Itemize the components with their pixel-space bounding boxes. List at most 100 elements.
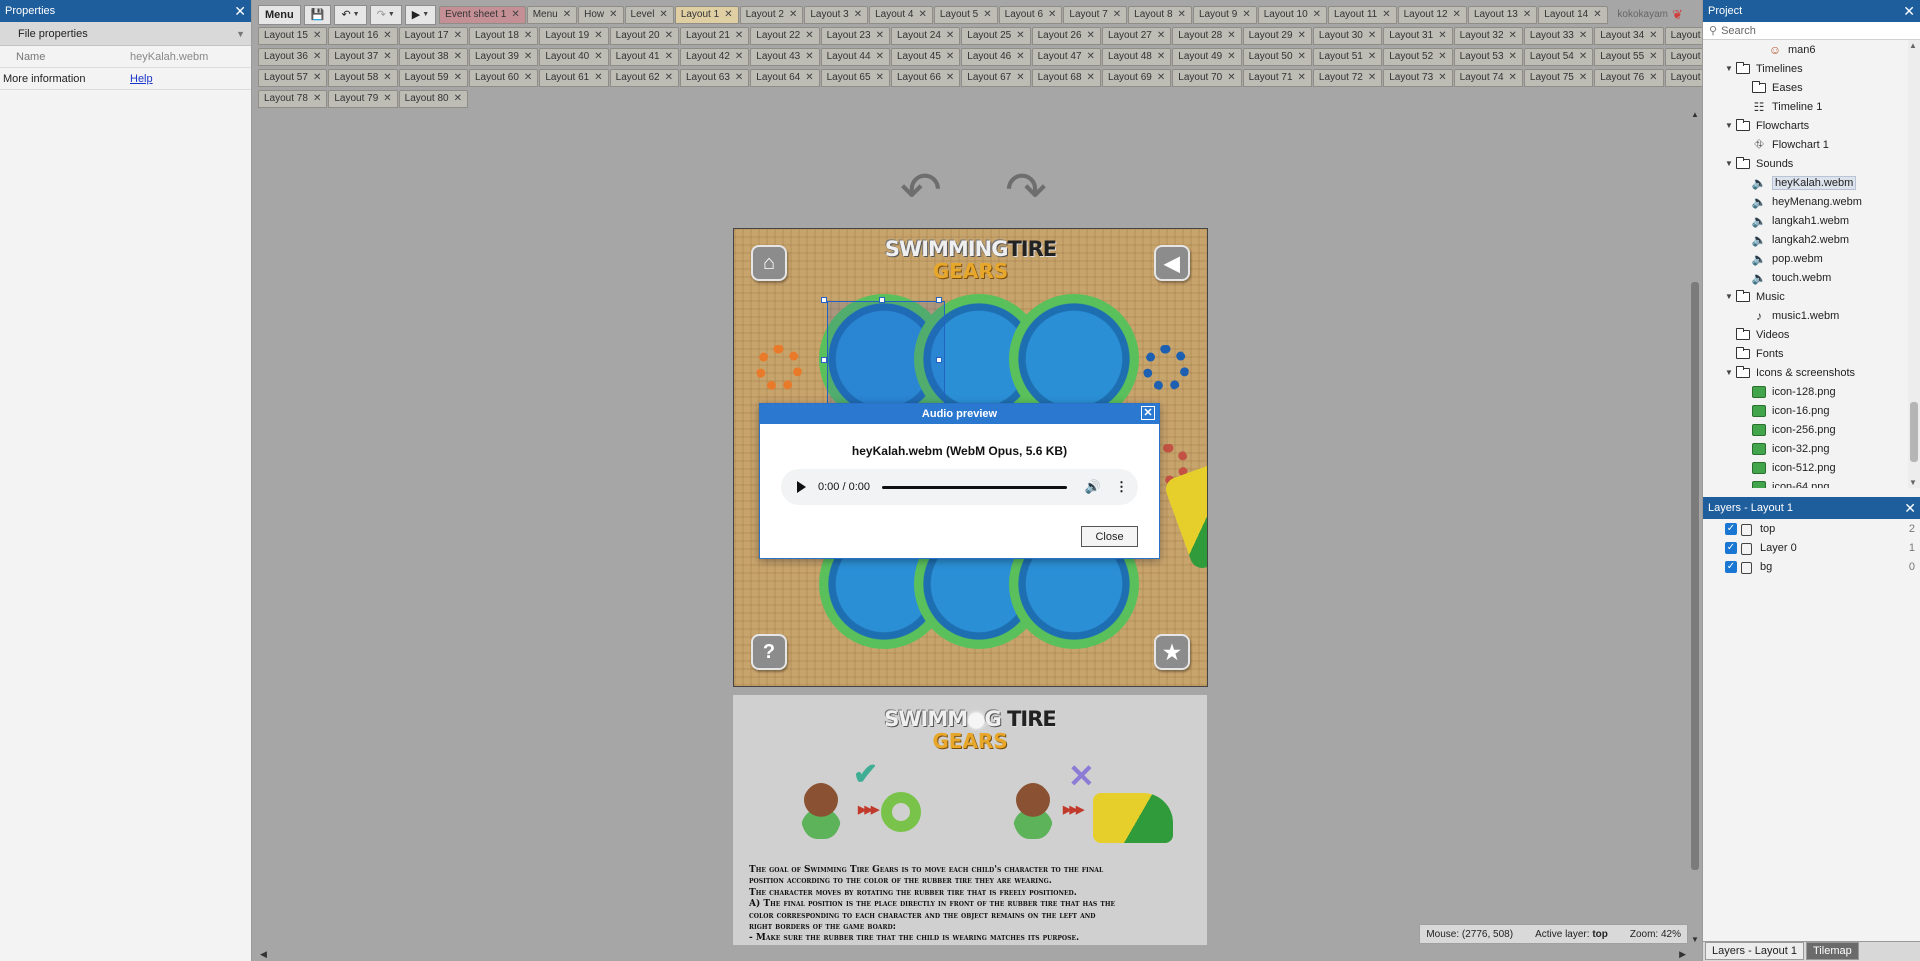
tree-item[interactable]: icon-16.png <box>1703 401 1909 420</box>
close-tab-icon[interactable]: ✕ <box>594 72 602 83</box>
tree-item[interactable]: icon-64.png <box>1703 477 1909 488</box>
close-tab-icon[interactable]: ✕ <box>665 72 673 83</box>
tab-layout-45[interactable]: Layout 45 ✕ <box>890 47 961 66</box>
tree-item[interactable]: ☺ man6 <box>1703 40 1909 59</box>
project-tree-scrollbar[interactable]: ▲ ▼ <box>1908 40 1920 488</box>
tree-item[interactable]: ▼ Sounds <box>1703 154 1909 173</box>
canvas-vertical-scrollbar[interactable]: ▲ ▼ <box>1688 108 1702 946</box>
close-tab-icon[interactable]: ✕ <box>594 51 602 62</box>
scroll-left-arrow-icon[interactable]: ◀ <box>260 949 267 960</box>
tree-item[interactable]: Fonts <box>1703 344 1909 363</box>
close-tab-icon[interactable]: ✕ <box>946 72 954 83</box>
tab-layout-51[interactable]: Layout 51 ✕ <box>1312 47 1383 66</box>
tab-layout-16[interactable]: Layout 16 ✕ <box>328 26 398 45</box>
close-tab-icon[interactable]: ✕ <box>313 72 321 83</box>
expand-toggle-icon[interactable]: ▼ <box>1723 64 1735 73</box>
tab-layout-61[interactable]: Layout 61 ✕ <box>539 68 609 87</box>
lock-icon[interactable] <box>1741 523 1752 536</box>
tab-event-sheet-1[interactable]: Event sheet 1 ✕ <box>439 5 526 24</box>
tab-layout-22[interactable]: Layout 22 ✕ <box>750 26 820 45</box>
close-tab-icon[interactable]: ✕ <box>563 9 571 20</box>
instructions-layout[interactable]: SWIMM●G TIRE GEARS ▶▶▶ ✔ ▶▶▶ ✕ The goal … <box>733 695 1207 945</box>
tab-layout-55[interactable]: Layout 55 ✕ <box>1594 47 1664 66</box>
close-tab-icon[interactable]: ✕ <box>789 9 797 20</box>
close-tab-icon[interactable]: ✕ <box>454 51 462 62</box>
preview-play-icon[interactable]: ▶ ▼ <box>404 4 437 25</box>
orange-swim-ring[interactable] <box>756 345 802 391</box>
tab-layout-20[interactable]: Layout 20 ✕ <box>609 26 679 45</box>
expand-toggle-icon[interactable]: ▼ <box>1723 368 1735 377</box>
tab-layout-63[interactable]: Layout 63 ✕ <box>679 68 750 87</box>
tab-layout-8[interactable]: Layout 8 ✕ <box>1128 5 1192 24</box>
tree-item[interactable]: ▼ Flowcharts <box>1703 116 1909 135</box>
close-tab-icon[interactable]: ✕ <box>1048 9 1056 20</box>
tree-item[interactable]: ☷ Timeline 1 <box>1703 97 1909 116</box>
close-tab-icon[interactable]: ✕ <box>876 72 884 83</box>
close-tab-icon[interactable]: ✕ <box>454 30 462 41</box>
tab-layout-5[interactable]: Layout 5 ✕ <box>933 5 998 24</box>
close-tab-icon[interactable]: ✕ <box>524 72 532 83</box>
tab-layout-3[interactable]: Layout 3 ✕ <box>804 5 869 24</box>
close-tab-icon[interactable]: ✕ <box>1453 9 1461 20</box>
tab-layout-12[interactable]: Layout 12 ✕ <box>1397 5 1467 24</box>
expand-toggle-icon[interactable]: ▼ <box>1723 292 1735 301</box>
close-tab-icon[interactable]: ✕ <box>1368 51 1376 62</box>
scrollbar-thumb[interactable] <box>1910 402 1918 462</box>
close-tab-icon[interactable]: ✕ <box>1157 72 1165 83</box>
tree-item[interactable]: ♪ music1.webm <box>1703 306 1909 325</box>
tree-item[interactable]: ▼ Timelines <box>1703 59 1909 78</box>
close-tab-icon[interactable]: ✕ <box>876 30 884 41</box>
close-tab-icon[interactable]: ✕ <box>918 9 926 20</box>
tab-layout-23[interactable]: Layout 23 ✕ <box>820 26 890 45</box>
play-icon[interactable] <box>797 481 806 493</box>
tree-item[interactable]: ▼ Music <box>1703 287 1909 306</box>
tab-layout-44[interactable]: Layout 44 ✕ <box>820 47 890 66</box>
close-tab-icon[interactable]: ✕ <box>313 93 321 104</box>
tree-item[interactable]: ⛗ Flowchart 1 <box>1703 135 1909 154</box>
close-tab-icon[interactable]: ✕ <box>946 30 954 41</box>
close-tab-icon[interactable]: ✕ <box>724 9 732 20</box>
tab-layout-14[interactable]: Layout 14 ✕ <box>1538 5 1608 24</box>
tab-layout-49[interactable]: Layout 49 ✕ <box>1172 47 1242 66</box>
close-tab-icon[interactable]: ✕ <box>1509 30 1517 41</box>
close-tab-icon[interactable]: ✕ <box>1523 9 1531 20</box>
tree-item[interactable]: Videos <box>1703 325 1909 344</box>
close-tab-icon[interactable]: ✕ <box>1579 51 1587 62</box>
tab-layout-80[interactable]: Layout 80 ✕ <box>398 89 468 108</box>
close-button[interactable]: Close <box>1081 526 1138 547</box>
resize-handle[interactable] <box>821 357 827 363</box>
tab-layout-25[interactable]: Layout 25 ✕ <box>961 26 1031 45</box>
tab-layout-2[interactable]: Layout 2 ✕ <box>739 5 804 24</box>
close-tab-icon[interactable]: ✕ <box>1087 30 1095 41</box>
blue-swim-ring[interactable] <box>1143 345 1189 391</box>
tab-tilemap[interactable]: Tilemap <box>1806 942 1859 960</box>
close-tab-icon[interactable]: ✕ <box>1178 9 1186 20</box>
close-tab-icon[interactable]: ✕ <box>1242 9 1250 20</box>
tab-layout-11[interactable]: Layout 11 ✕ <box>1328 5 1397 24</box>
scroll-up-arrow-icon[interactable]: ▲ <box>1909 41 1917 50</box>
tab-layout-18[interactable]: Layout 18 ✕ <box>468 26 539 45</box>
tab-layout-7[interactable]: Layout 7 ✕ <box>1063 5 1128 24</box>
tab-layout-34[interactable]: Layout 34 ✕ <box>1594 26 1664 45</box>
close-icon[interactable]: ✕ <box>1141 406 1155 420</box>
home-icon[interactable]: ⌂ <box>751 245 787 281</box>
tab-layout-59[interactable]: Layout 59 ✕ <box>398 68 468 87</box>
layer-visible-checkbox[interactable]: ✓ <box>1725 522 1737 535</box>
star-icon[interactable]: ★ <box>1154 634 1190 670</box>
tree-item[interactable]: icon-512.png <box>1703 458 1909 477</box>
close-tab-icon[interactable]: ✕ <box>1649 30 1657 41</box>
tab-layout-19[interactable]: Layout 19 ✕ <box>539 26 609 45</box>
tab-layout-48[interactable]: Layout 48 ✕ <box>1101 47 1172 66</box>
close-tab-icon[interactable]: ✕ <box>1298 51 1306 62</box>
tab-layout-41[interactable]: Layout 41 ✕ <box>609 47 679 66</box>
tab-layout-6[interactable]: Layout 6 ✕ <box>998 5 1063 24</box>
tab-layout-75[interactable]: Layout 75 ✕ <box>1523 68 1594 87</box>
tab-layout-52[interactable]: Layout 52 ✕ <box>1383 47 1453 66</box>
close-icon[interactable]: ✕ <box>1903 4 1915 18</box>
tab-layout-68[interactable]: Layout 68 ✕ <box>1031 68 1101 87</box>
close-tab-icon[interactable]: ✕ <box>735 30 743 41</box>
tree-item[interactable]: icon-128.png <box>1703 382 1909 401</box>
resize-handle[interactable] <box>936 297 942 303</box>
undo-icon[interactable]: ↶ ▼ <box>334 4 367 25</box>
tab-layout-66[interactable]: Layout 66 ✕ <box>890 68 961 87</box>
